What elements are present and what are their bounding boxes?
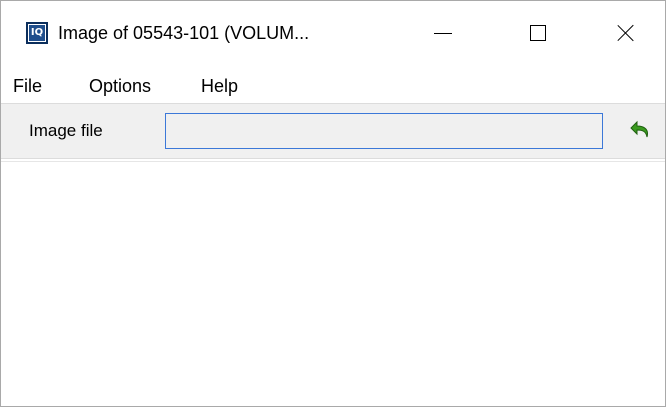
menu-options[interactable]: Options: [89, 75, 151, 97]
image-file-label: Image file: [29, 121, 103, 140]
app-icon-text: IQ: [29, 25, 45, 41]
toolbar: Image file: [1, 103, 665, 159]
minimize-button[interactable]: [416, 11, 470, 55]
undo-button[interactable]: [626, 116, 656, 146]
menu-bar: File Options Help: [1, 67, 665, 101]
menu-help[interactable]: Help: [201, 75, 238, 97]
title-bar[interactable]: IQ Image of 05543-101 (VOLUM...: [1, 1, 665, 65]
menu-file[interactable]: File: [13, 75, 42, 97]
minimize-icon: [434, 32, 452, 34]
iq-app-icon[interactable]: IQ: [26, 22, 48, 44]
maximize-icon: [530, 25, 546, 41]
image-file-input[interactable]: [165, 113, 603, 149]
undo-arrow-icon: [630, 120, 648, 138]
image-viewer-window: IQ Image of 05543-101 (VOLUM... File Opt…: [0, 0, 666, 407]
window-title: Image of 05543-101 (VOLUM...: [58, 23, 310, 43]
close-icon: [617, 24, 635, 42]
image-display-area: [1, 161, 665, 406]
maximize-button[interactable]: [511, 11, 565, 55]
close-button[interactable]: [599, 11, 653, 55]
